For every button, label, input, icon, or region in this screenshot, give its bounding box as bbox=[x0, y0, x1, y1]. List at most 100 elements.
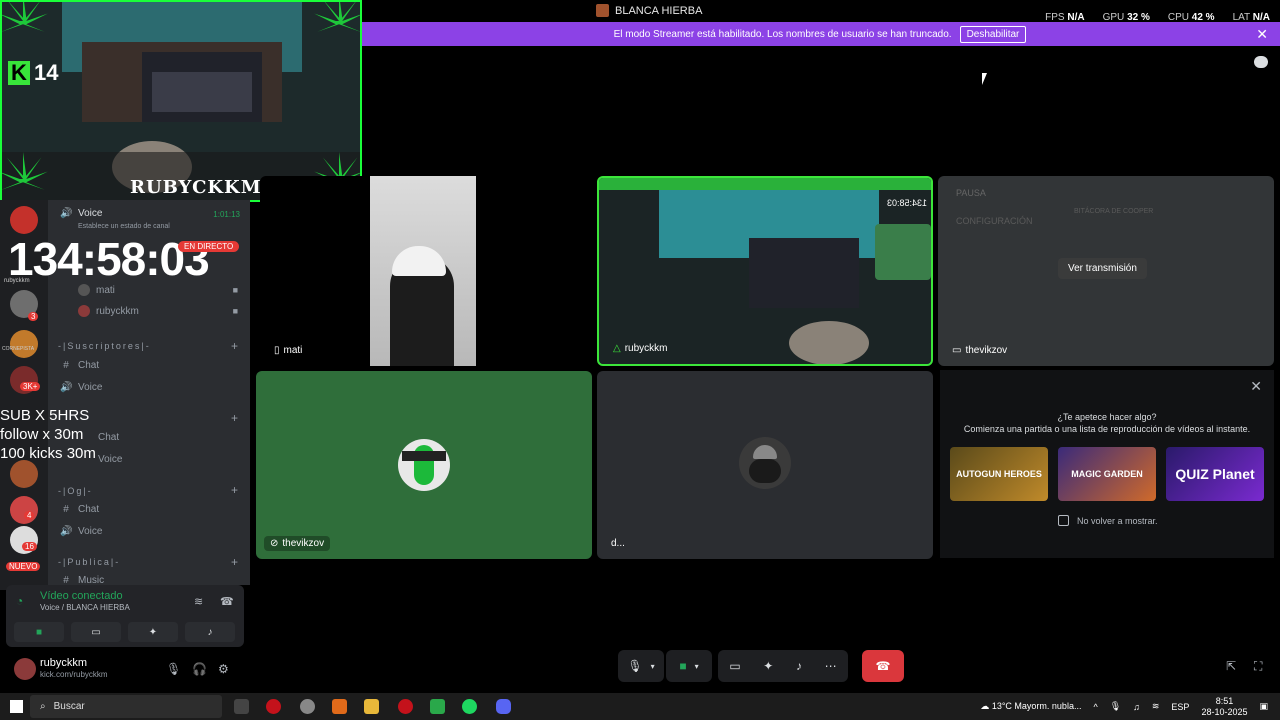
avatar[interactable] bbox=[14, 658, 36, 680]
call-controls: 🎙 ▾ ■ ▾ ▭ ✦ ♪ ⋯ ☎ bbox=[618, 650, 904, 682]
notifications-icon[interactable]: ▣ bbox=[1259, 701, 1268, 712]
avatar bbox=[739, 437, 791, 489]
game-quiz-planet[interactable]: QUIZ Planet bbox=[1166, 447, 1264, 501]
server-icon[interactable] bbox=[10, 330, 38, 358]
server-icon bbox=[596, 4, 609, 17]
video-tile-mati[interactable]: ▯ mati bbox=[260, 176, 594, 366]
hash-icon: # bbox=[63, 504, 69, 515]
screen-share-icon[interactable]: ▭ bbox=[729, 659, 740, 673]
voice-member[interactable]: rubyckkm bbox=[78, 305, 139, 317]
wifi-icon[interactable]: ≋ bbox=[1152, 701, 1160, 712]
app-icon[interactable] bbox=[398, 699, 413, 714]
add-channel-icon[interactable]: + bbox=[231, 339, 238, 353]
dont-show-again[interactable]: No volver a mostrar. bbox=[1058, 515, 1158, 526]
voice-channel-active[interactable]: 🔊 Voice bbox=[60, 208, 102, 219]
category-header[interactable]: -|Publica|- bbox=[58, 557, 120, 567]
camera-toggle-button[interactable]: ■ bbox=[14, 622, 64, 642]
hash-icon: # bbox=[63, 360, 69, 371]
category-header[interactable]: -|Og|- bbox=[58, 486, 93, 496]
chevron-up-icon[interactable]: ^ bbox=[1093, 702, 1097, 712]
discord-icon[interactable] bbox=[496, 699, 511, 714]
server-icon[interactable] bbox=[10, 496, 38, 524]
kick-logo-icon: K bbox=[8, 60, 30, 85]
speaker-icon: 🔊 bbox=[60, 526, 73, 537]
language-indicator[interactable]: ESP bbox=[1171, 702, 1189, 712]
signal-icon[interactable]: ◔ bbox=[16, 594, 23, 608]
avatar bbox=[78, 305, 90, 317]
noise-suppression-icon[interactable]: ≋ bbox=[194, 595, 203, 608]
windows-start-icon[interactable] bbox=[10, 700, 23, 713]
kick-counter: K 14 bbox=[8, 60, 58, 86]
soundboard-icon[interactable]: ♪ bbox=[796, 659, 802, 673]
video-tile-thevikzov[interactable]: ⊘ thevikzov bbox=[256, 371, 592, 559]
webcam-feed bbox=[370, 176, 476, 366]
voice-location[interactable]: Voice / BLANCA HIERBA bbox=[40, 603, 130, 612]
game-autogun-heroes[interactable]: AUTOGUN HEROES bbox=[950, 447, 1048, 501]
text-channel[interactable]: # Chat bbox=[60, 504, 99, 515]
category-header[interactable]: -|Suscriptores|- bbox=[58, 341, 151, 351]
window-title: BLANCA HIERBA bbox=[596, 4, 702, 17]
add-channel-icon[interactable]: + bbox=[231, 483, 238, 497]
more-options-icon[interactable]: ⋯ bbox=[825, 659, 837, 673]
microphone-icon[interactable]: 🎙 bbox=[166, 662, 181, 676]
chat-bubble-icon[interactable] bbox=[1254, 56, 1268, 68]
store-icon[interactable] bbox=[430, 699, 445, 714]
taskbar-search[interactable]: ⌕ Buscar bbox=[30, 695, 222, 718]
camera-icon: ■ bbox=[232, 306, 238, 316]
cloud-icon: ☁ bbox=[980, 701, 992, 711]
voice-channel[interactable]: 🔊 Voice bbox=[60, 526, 102, 537]
hangup-button[interactable]: ☎ bbox=[862, 650, 904, 682]
text-channel[interactable]: Chat bbox=[98, 432, 119, 443]
spotify-icon[interactable] bbox=[462, 699, 477, 714]
task-view-icon[interactable] bbox=[234, 699, 249, 714]
voice-channel[interactable]: Voice bbox=[98, 454, 122, 465]
fullscreen-icon[interactable]: ⛶ bbox=[1254, 659, 1262, 674]
username[interactable]: rubyckkm bbox=[40, 657, 87, 669]
server-icon[interactable] bbox=[10, 460, 38, 488]
video-tile-d[interactable]: d... bbox=[597, 371, 933, 559]
disable-streamer-button[interactable]: Deshabilitar bbox=[959, 25, 1027, 43]
video-tile-rubyckkm[interactable]: 134:58:03 △ rubyckkm bbox=[597, 176, 933, 366]
streamer-name-overlay: RUBYCKKM bbox=[130, 177, 262, 198]
microphone-icon[interactable]: 🎙 bbox=[1110, 701, 1121, 712]
server-icon[interactable] bbox=[10, 206, 38, 234]
camera-icon: ■ bbox=[679, 659, 687, 673]
cannabis-leaf-icon bbox=[314, 2, 360, 46]
activity-subtitle: Comienza una partida o una lista de repr… bbox=[963, 424, 1251, 434]
channel-status-hint[interactable]: Establece un estado de canal bbox=[78, 223, 170, 230]
soundboard-button[interactable]: ♪ bbox=[185, 622, 235, 642]
watch-stream-button[interactable]: Ver transmisión bbox=[1058, 258, 1147, 279]
popout-icon[interactable]: ⇱ bbox=[1226, 659, 1236, 673]
window-title-text: BLANCA HIERBA bbox=[615, 4, 703, 17]
disconnect-icon[interactable]: ☎ bbox=[220, 595, 234, 608]
gear-icon[interactable]: ⚙ bbox=[218, 662, 229, 676]
opera-icon[interactable] bbox=[266, 699, 281, 714]
notification-badge: 16 bbox=[22, 542, 37, 551]
close-icon[interactable]: ✕ bbox=[1256, 26, 1268, 43]
discord-window: BLANCA HIERBA FPS N/A GPU 32 % CPU 42 % … bbox=[0, 0, 1280, 720]
checkbox[interactable] bbox=[1058, 515, 1069, 526]
volume-icon[interactable]: ♫ bbox=[1133, 702, 1140, 712]
add-channel-icon[interactable]: + bbox=[231, 411, 238, 425]
camera-button[interactable]: ■ ▾ bbox=[666, 650, 712, 682]
activities-icon[interactable]: ✦ bbox=[763, 659, 773, 673]
microphone-button[interactable]: 🎙 ▾ bbox=[618, 650, 664, 682]
voice-status[interactable]: Vídeo conectado bbox=[40, 590, 123, 602]
headphones-icon[interactable]: 🎧 bbox=[192, 662, 207, 676]
text-channel[interactable]: # Chat bbox=[60, 360, 99, 371]
app-icon[interactable] bbox=[332, 699, 347, 714]
server-label: CORNEPISTA bbox=[2, 346, 35, 352]
weather-widget[interactable]: ☁ 13°C Mayorm. nubla... bbox=[980, 701, 1081, 712]
file-explorer-icon[interactable] bbox=[364, 699, 379, 714]
screen-share-button[interactable]: ▭ bbox=[71, 622, 121, 642]
game-magic-garden[interactable]: MAGIC GARDEN bbox=[1058, 447, 1156, 501]
app-icon[interactable] bbox=[300, 699, 315, 714]
add-channel-icon[interactable]: + bbox=[231, 555, 238, 569]
close-icon[interactable]: ✕ bbox=[1250, 378, 1262, 395]
banner-text: El modo Streamer está habilitado. Los no… bbox=[613, 28, 952, 40]
taskbar-clock[interactable]: 8:51 28-10-2025 bbox=[1201, 696, 1247, 718]
voice-channel[interactable]: 🔊 Voice bbox=[60, 382, 102, 393]
tile-label: d... bbox=[611, 538, 625, 549]
activities-button[interactable]: ✦ bbox=[128, 622, 178, 642]
stream-tile-thevikzov[interactable]: PAUSA CONFIGURACIÓN BITÁCORA DE COOPER V… bbox=[938, 176, 1274, 366]
